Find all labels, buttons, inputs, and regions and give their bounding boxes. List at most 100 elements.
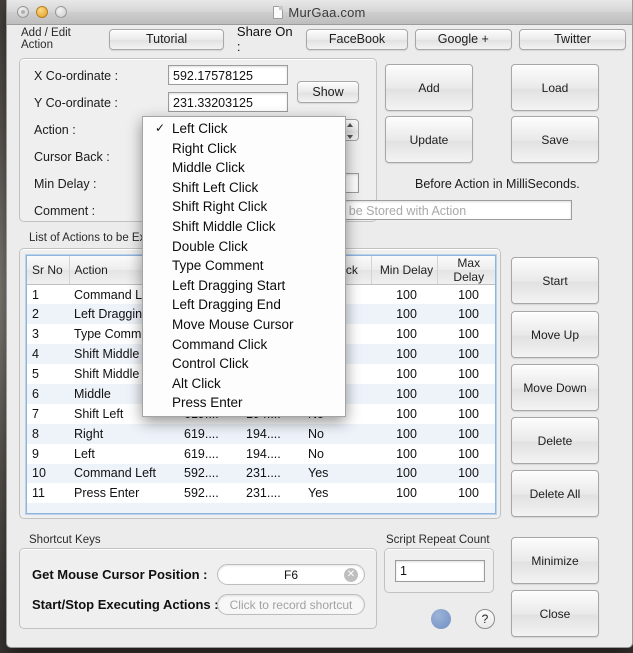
action-menu-item[interactable]: Type Comment <box>143 256 345 276</box>
table-cell: 100 <box>396 446 417 461</box>
action-menu-item[interactable]: Alt Click <box>143 374 345 394</box>
action-menu-item[interactable]: Command Click <box>143 335 345 355</box>
facebook-share-button[interactable]: FaceBook <box>306 28 408 50</box>
table-cell-empty <box>437 503 495 513</box>
add-button[interactable]: Add <box>385 64 473 111</box>
shortcut-keys-group: Get Mouse Cursor Position : F6 ✕ Start/S… <box>19 548 377 629</box>
action-menu-item[interactable]: Middle Click <box>143 158 345 178</box>
startstop-shortcut-field[interactable]: Click to record shortcut <box>217 594 365 615</box>
table-row[interactable]: 11 Press Enter 592.... 231.... Yes 100 100 <box>27 483 495 504</box>
action-menu-item[interactable]: Right Click <box>143 139 345 159</box>
y-coordinate-input[interactable]: 231.33203125 <box>168 92 288 112</box>
start-button[interactable]: Start <box>511 257 599 304</box>
table-cell: 100 <box>396 406 417 421</box>
action-menu-item[interactable]: Shift Middle Click <box>143 217 345 237</box>
table-cell: 592.... <box>184 486 219 501</box>
action-menu-item[interactable]: Double Click <box>143 237 345 257</box>
table-cell: 100 <box>458 426 479 441</box>
action-menu-item[interactable]: Press Enter <box>143 393 345 413</box>
table-cell: 2 <box>32 307 39 322</box>
table-cell: No <box>308 426 324 441</box>
action-menu-item[interactable]: Left Dragging Start <box>143 276 345 296</box>
table-cell: 619.... <box>184 426 219 441</box>
action-menu-item-label: Control Click <box>172 356 249 372</box>
twitter-share-button[interactable]: Twitter <box>519 28 627 50</box>
google-plus-share-button[interactable]: Google + <box>414 28 513 50</box>
table-cell: 11 <box>32 486 45 501</box>
table-cell: 100 <box>396 367 417 381</box>
table-cell: 100 <box>458 466 479 481</box>
table-cell-empty <box>179 503 241 513</box>
minimize-window-button[interactable] <box>36 6 48 18</box>
action-menu-item-label: Shift Middle Click <box>172 218 276 234</box>
save-button[interactable]: Save <box>511 116 599 163</box>
show-button[interactable]: Show <box>297 81 359 103</box>
tutorial-button[interactable]: Tutorial <box>109 28 224 50</box>
action-menu-item-label: Type Comment <box>172 258 264 274</box>
action-menu-item[interactable]: Control Click <box>143 354 345 374</box>
action-menu-item[interactable]: Left Dragging End <box>143 295 345 315</box>
table-cell-empty <box>27 503 69 513</box>
cursor-position-shortcut-field[interactable]: F6 ✕ <box>217 564 365 585</box>
action-menu-item[interactable]: ✓ Left Click <box>143 119 345 139</box>
action-menu-item[interactable]: Shift Left Click <box>143 178 345 198</box>
share-on-label: Share On : <box>236 24 293 54</box>
x-coordinate-input[interactable]: 592.17578125 <box>168 65 288 85</box>
table-cell: 100 <box>396 386 417 401</box>
chevron-updown-icon <box>345 123 354 139</box>
table-cell: 100 <box>458 386 479 401</box>
table-row[interactable]: 9 Left 619.... 194.... No 100 100 <box>27 443 495 464</box>
move-down-button[interactable]: Move Down <box>511 364 599 411</box>
script-repeat-count-label: Script Repeat Count <box>382 534 494 546</box>
action-menu-item-label: Command Click <box>172 336 268 352</box>
table-row[interactable]: 10 Command Left 592.... 231.... Yes 100 100 <box>27 463 495 484</box>
delete-all-button[interactable]: Delete All <box>511 470 599 517</box>
zoom-window-button[interactable] <box>55 6 67 18</box>
table-cell: 10 <box>32 466 46 481</box>
action-menu-item-label: Shift Right Click <box>172 199 268 215</box>
table-row[interactable]: 8 Right 619.... 194.... No 100 100 <box>27 423 495 444</box>
table-cell: Press Enter <box>74 486 140 501</box>
update-button[interactable]: Update <box>385 116 473 163</box>
minimize-button[interactable]: Minimize <box>511 537 599 584</box>
action-menu-item-label: Alt Click <box>172 375 221 391</box>
check-icon: ✓ <box>155 121 166 135</box>
table-cell-empty <box>303 503 371 513</box>
action-dropdown-menu[interactable]: ✓ Left Click Right Click Middle Click Shift … <box>142 116 346 417</box>
cursor-back-label: Cursor Back : <box>34 150 110 164</box>
shortcut-keys-label: Shortcut Keys <box>25 534 105 546</box>
move-up-button[interactable]: Move Up <box>511 311 599 358</box>
close-window-button[interactable] <box>17 6 29 18</box>
table-header-max-delay[interactable]: Max Delay <box>437 256 495 285</box>
table-cell: 100 <box>396 287 417 302</box>
table-cell: Yes <box>308 486 329 501</box>
table-header-min-delay[interactable]: Min Delay <box>371 256 438 285</box>
help-button[interactable]: ? <box>475 609 495 629</box>
table-cell: 8 <box>32 426 39 441</box>
min-delay-label: Min Delay : <box>34 177 97 191</box>
script-repeat-count-input[interactable]: 1 <box>395 560 485 582</box>
table-cell: No <box>308 446 324 461</box>
action-menu-item-label: Left Dragging End <box>172 297 281 313</box>
toolbar: Add / Edit Action Tutorial Share On : Fa… <box>7 24 632 54</box>
table-cell: 100 <box>396 347 417 362</box>
action-menu-item-label: Left Click <box>172 121 228 136</box>
table-header-sr-no[interactable]: Sr No <box>27 256 70 285</box>
table-cell: 194.... <box>246 446 281 461</box>
close-button[interactable]: Close <box>511 590 599 637</box>
delete-button[interactable]: Delete <box>511 417 599 464</box>
table-cell: Command Left <box>74 466 156 481</box>
action-menu-item[interactable]: Shift Right Click <box>143 197 345 217</box>
table-cell: 6 <box>32 386 39 401</box>
table-cell: 100 <box>396 486 417 501</box>
action-menu-item-label: Middle Click <box>172 160 245 176</box>
table-cell: 100 <box>458 486 479 501</box>
action-menu-item[interactable]: Move Mouse Cursor <box>143 315 345 335</box>
table-cell: 100 <box>458 307 479 322</box>
clear-shortcut-icon[interactable]: ✕ <box>344 568 358 582</box>
load-button[interactable]: Load <box>511 64 599 111</box>
window-controls <box>17 6 67 18</box>
table-cell-empty <box>241 503 303 513</box>
table-cell: Yes <box>308 466 329 481</box>
table-cell: 100 <box>396 307 417 322</box>
